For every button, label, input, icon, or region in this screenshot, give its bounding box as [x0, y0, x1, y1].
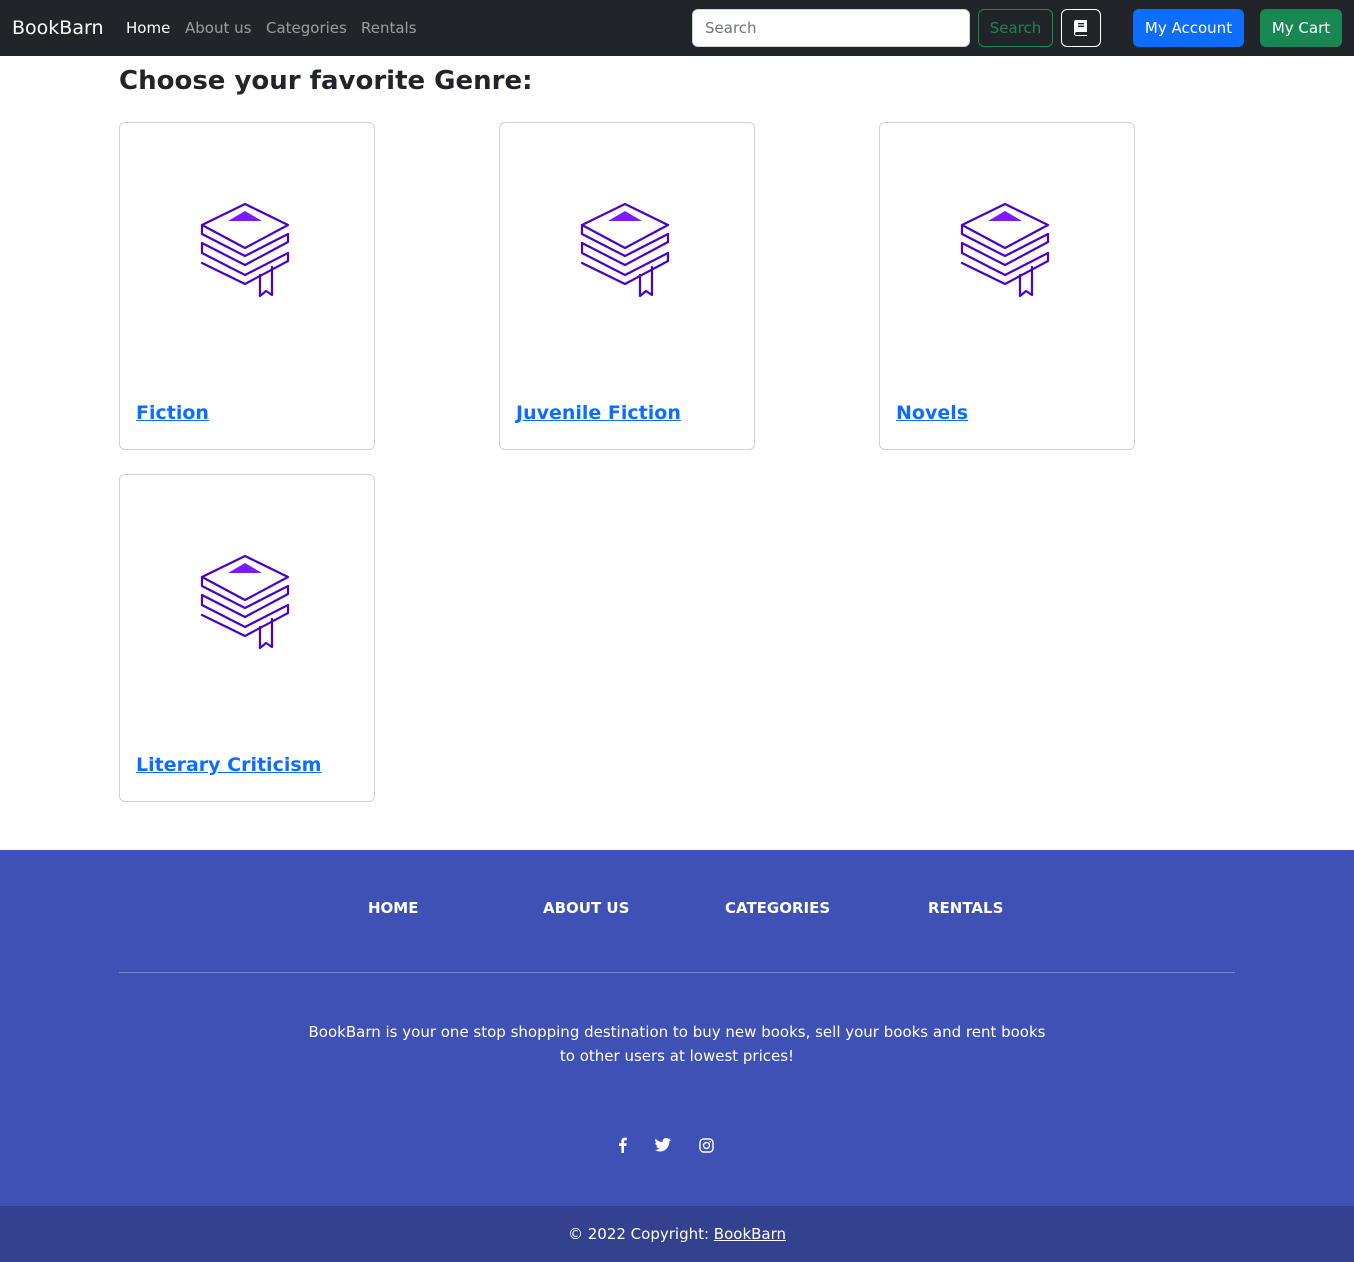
- copyright-prefix: © 2022 Copyright:: [567, 1225, 714, 1243]
- search-input[interactable]: [692, 9, 970, 47]
- footer-divider: [119, 972, 1235, 973]
- genre-card-juvenile-fiction[interactable]: Juvenile Fiction: [499, 122, 755, 450]
- facebook-icon: [618, 1137, 627, 1153]
- twitter-icon: [655, 1138, 671, 1152]
- footer-link-about-us[interactable]: ABOUT US: [543, 898, 629, 918]
- nav-link-home[interactable]: Home: [126, 18, 170, 38]
- footer-link-home[interactable]: HOME: [368, 898, 418, 918]
- footer-description: BookBarn is your one stop shopping desti…: [308, 1023, 1046, 1065]
- copyright-link-bookbarn[interactable]: BookBarn: [714, 1225, 786, 1243]
- genre-link-novels[interactable]: Novels: [896, 401, 968, 425]
- book-stack-icon: [200, 555, 290, 650]
- twitter-link[interactable]: [654, 1136, 672, 1154]
- genre-card-novels[interactable]: Novels: [879, 122, 1135, 450]
- footer-link-categories[interactable]: CATEGORIES: [725, 898, 830, 918]
- book-button[interactable]: [1061, 9, 1101, 47]
- footer: HOME ABOUT US CATEGORIES RENTALS BookBar…: [0, 850, 1354, 1206]
- book-icon: [1074, 20, 1087, 36]
- footer-link-rentals[interactable]: RENTALS: [928, 898, 1003, 918]
- genre-link-fiction[interactable]: Fiction: [136, 401, 209, 425]
- my-account-button[interactable]: My Account: [1133, 9, 1244, 47]
- page-title: Choose your favorite Genre:: [119, 66, 533, 96]
- facebook-link[interactable]: [613, 1136, 631, 1154]
- search-button[interactable]: Search: [978, 9, 1053, 47]
- nav-link-categories[interactable]: Categories: [266, 18, 347, 38]
- instagram-icon: [698, 1137, 714, 1153]
- genre-link-juvenile-fiction[interactable]: Juvenile Fiction: [516, 401, 681, 425]
- navbar: BookBarn Home About us Categories Rental…: [0, 0, 1354, 56]
- copyright-text: © 2022 Copyright: BookBarn: [568, 1225, 786, 1243]
- nav-link-rentals[interactable]: Rentals: [361, 18, 417, 38]
- book-stack-icon: [580, 203, 670, 298]
- genre-link-literary-criticism[interactable]: Literary Criticism: [136, 753, 321, 777]
- instagram-link[interactable]: [697, 1136, 715, 1154]
- genre-card-literary-criticism[interactable]: Literary Criticism: [119, 474, 375, 802]
- copyright-bar: © 2022 Copyright: BookBarn: [0, 1206, 1354, 1262]
- nav-link-about-us[interactable]: About us: [185, 18, 251, 38]
- book-stack-icon: [960, 203, 1050, 298]
- book-stack-icon: [200, 203, 290, 298]
- genre-card-fiction[interactable]: Fiction: [119, 122, 375, 450]
- my-cart-button[interactable]: My Cart: [1260, 9, 1342, 47]
- brand-logo[interactable]: BookBarn: [12, 15, 103, 41]
